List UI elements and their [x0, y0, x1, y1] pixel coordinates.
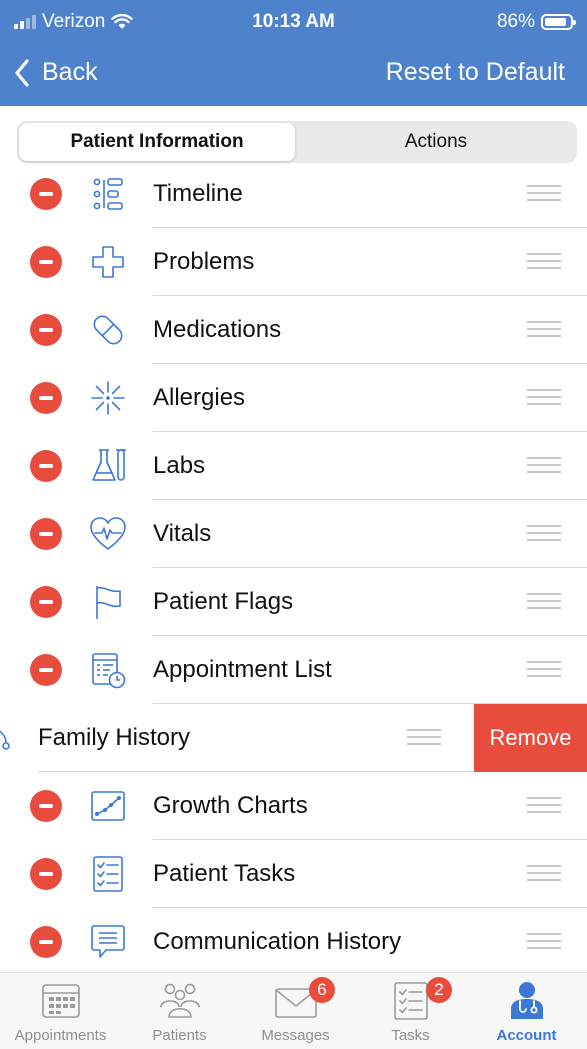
- delete-toggle-button[interactable]: [30, 790, 62, 822]
- reorder-handle[interactable]: [527, 321, 561, 338]
- delete-toggle-button[interactable]: [30, 314, 62, 346]
- list-item-vitals: Vitals: [0, 500, 587, 568]
- list-item-growth-charts: Growth Charts: [0, 772, 587, 840]
- reorder-handle[interactable]: [527, 253, 561, 270]
- list-item-patient-flags: Patient Flags: [0, 568, 587, 636]
- reorder-handle[interactable]: [527, 389, 561, 406]
- reorder-handle[interactable]: [527, 185, 561, 202]
- segmented-control: Patient Information Actions: [17, 121, 577, 163]
- remove-button[interactable]: Remove: [474, 704, 587, 772]
- list-item-label: Labs: [153, 452, 206, 479]
- chat-bubble-icon: [91, 925, 125, 958]
- delete-toggle-button[interactable]: [30, 586, 62, 618]
- reorder-handle[interactable]: [527, 661, 561, 678]
- tab-label: Patients: [152, 1027, 207, 1044]
- delete-toggle-button[interactable]: [30, 858, 62, 890]
- reorder-handle[interactable]: [527, 865, 561, 882]
- delete-toggle-button[interactable]: [30, 246, 62, 278]
- delete-toggle-button[interactable]: [30, 654, 62, 686]
- messages-badge: 6: [309, 977, 335, 1003]
- doctor-icon: [510, 982, 543, 1019]
- battery-percent: 86%: [496, 11, 535, 32]
- calendar-icon: [41, 984, 80, 1018]
- tab-messages[interactable]: 6 Messages: [237, 973, 354, 1049]
- list-item-patient-tasks: Patient Tasks: [0, 840, 587, 908]
- app-header: Verizon 10:13 AM 86% Back Reset to Defau…: [0, 0, 587, 106]
- list-item-medications: Medications: [0, 296, 587, 364]
- delete-toggle-button[interactable]: [30, 518, 62, 550]
- list-item-communication-history: Communication History: [0, 908, 587, 972]
- checklist-icon: [93, 856, 123, 892]
- delete-toggle-button[interactable]: [30, 382, 62, 414]
- list-item-allergies: Allergies: [0, 364, 587, 432]
- list-item-problems: Problems: [0, 228, 587, 296]
- back-label: Back: [42, 58, 98, 86]
- tab-label: Tasks: [391, 1027, 430, 1044]
- tab-tasks[interactable]: 2 Tasks: [352, 973, 469, 1049]
- flask-icon: [92, 449, 126, 481]
- growth-chart-icon: [91, 791, 125, 821]
- list-item-family-history: Family History Remove: [0, 704, 587, 772]
- delete-toggle-button[interactable]: [30, 450, 62, 482]
- tab-label: Account: [496, 1027, 557, 1044]
- burst-icon: [91, 381, 125, 415]
- segment-patient-information[interactable]: Patient Information: [19, 123, 295, 161]
- tab-label: Appointments: [14, 1027, 107, 1044]
- tab-account[interactable]: Account: [468, 973, 585, 1049]
- cross-icon: [92, 246, 124, 278]
- list-item-label: Problems: [153, 248, 255, 275]
- delete-toggle-button[interactable]: [30, 926, 62, 958]
- tab-patients[interactable]: Patients: [121, 973, 238, 1049]
- reorder-handle[interactable]: [407, 729, 441, 746]
- tasks-badge: 2: [426, 977, 452, 1003]
- reorder-handle[interactable]: [527, 797, 561, 814]
- tab-label: Messages: [261, 1027, 330, 1044]
- list-item-label: Vitals: [153, 520, 212, 547]
- battery-indicator: 86%: [496, 11, 576, 33]
- reorder-handle[interactable]: [527, 525, 561, 542]
- back-button[interactable]: Back: [14, 58, 98, 87]
- list-item-label: Communication History: [153, 928, 402, 955]
- tab-appointments[interactable]: Appointments: [2, 973, 119, 1049]
- flag-icon: [96, 586, 121, 619]
- segment-actions[interactable]: Actions: [297, 123, 575, 161]
- navigation-bar: Back Reset to Default: [0, 46, 587, 106]
- list-item-label: Allergies: [153, 384, 246, 411]
- list-item-label: Timeline: [153, 180, 243, 207]
- people-icon: [159, 983, 200, 1018]
- list-item-label: Appointment List: [153, 656, 332, 683]
- pill-icon: [93, 315, 123, 345]
- list-item-appointment-list: Appointment List: [0, 636, 587, 704]
- list-item-label: Patient Flags: [153, 588, 294, 615]
- list-item-timeline: Timeline: [0, 160, 587, 228]
- timeline-icon: [93, 178, 123, 210]
- list-item-label: Patient Tasks: [153, 860, 296, 887]
- reorder-handle[interactable]: [527, 457, 561, 474]
- list-item-label: Medications: [153, 316, 282, 343]
- family-tree-icon: [0, 730, 10, 750]
- reset-to-default-button[interactable]: Reset to Default: [386, 58, 565, 87]
- editable-list: Timeline Problems Medications Allergies …: [0, 160, 587, 972]
- battery-icon: [541, 14, 576, 30]
- calendar-clock-icon: [92, 653, 126, 689]
- status-bar: Verizon 10:13 AM 86%: [0, 0, 587, 46]
- reorder-handle[interactable]: [527, 593, 561, 610]
- reorder-handle[interactable]: [527, 933, 561, 950]
- list-item-label: Growth Charts: [153, 792, 308, 819]
- list-item-labs: Labs: [0, 432, 587, 500]
- tab-bar: Appointments Patients 6 Messages 2 Tasks…: [0, 972, 587, 1049]
- delete-toggle-button[interactable]: [30, 178, 62, 210]
- heart-pulse-icon: [90, 517, 126, 550]
- chevron-left-icon: [15, 58, 29, 87]
- list-item-label: Family History: [38, 724, 191, 751]
